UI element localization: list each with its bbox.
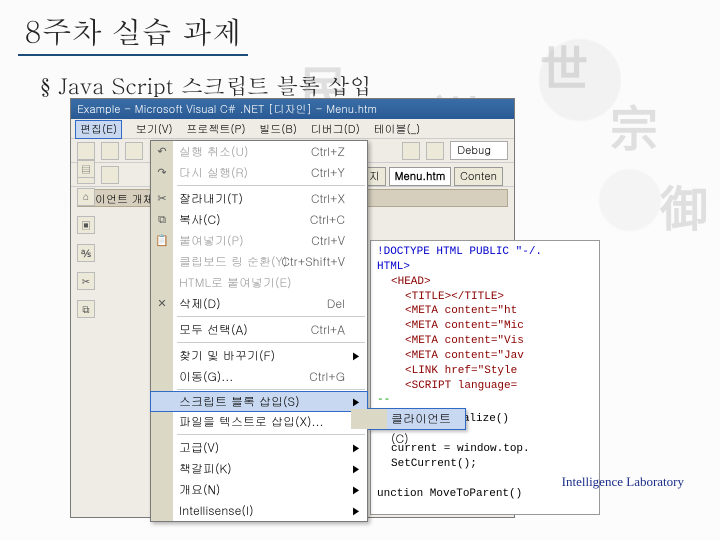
toolbox-icon[interactable]: ℁	[77, 244, 95, 262]
menu-item-insert-file-as-text[interactable]: 파일을 텍스트로 삽입(X)...	[151, 411, 367, 432]
chevron-right-icon: ▶	[351, 462, 361, 476]
menu-item-select-all[interactable]: 모두 선택(A)Ctrl+A	[151, 319, 367, 340]
code-line: --	[377, 393, 593, 408]
footer-label: Intelligence Laboratory	[562, 474, 684, 490]
menu-item-redo[interactable]: ↷다시 실행(R)Ctrl+Y	[151, 162, 367, 183]
code-line: <META content="ht	[405, 305, 517, 317]
toolbar-button[interactable]	[101, 166, 119, 184]
code-line: !DOCTYPE HTML PUBLIC "-/.	[377, 246, 542, 258]
chevron-right-icon: ▶	[351, 349, 361, 363]
toolbox-icon[interactable]: ▣	[77, 216, 95, 234]
toolbox-icon[interactable]: ⧉	[77, 300, 95, 318]
menu-item-advanced[interactable]: 고급(V)▶	[151, 437, 367, 458]
toolbar-button[interactable]	[101, 142, 119, 160]
tab-content[interactable]: Conten	[454, 167, 503, 186]
menu-item-intellisense[interactable]: Intellisense(I)▶	[151, 500, 367, 521]
menu-item-cut[interactable]: ✂잘라내기(T)Ctrl+X	[151, 188, 367, 209]
copy-icon: ⧉	[154, 212, 170, 228]
menu-item-goto[interactable]: 이동(G)...Ctrl+G	[151, 366, 367, 387]
toolbox-icon[interactable]: ✂	[77, 272, 95, 290]
toolbox-gutter: ▤ ⌂ ▣ ℁ ✂ ⧉	[70, 160, 102, 318]
toolbox-icon[interactable]: ▤	[77, 160, 95, 178]
menu-item-cycle-clipboard[interactable]: 클립보드 링 순환(Y)Ctr+Shift+V	[151, 251, 367, 272]
build-mode[interactable]: Debug	[450, 141, 508, 160]
menu-item-paste[interactable]: 📋붙여넣기(P)Ctrl+V	[151, 230, 367, 251]
window-titlebar: Example - Microsoft Visual C# .NET [디자인]…	[71, 99, 514, 119]
menu-project[interactable]: 프로젝트(P)	[186, 122, 245, 137]
slide-title: 8주차 실습 과제	[18, 10, 248, 56]
code-line: <META content="Jav	[405, 350, 524, 362]
menu-item-bookmark[interactable]: 책갈피(K)▶	[151, 458, 367, 479]
menu-table[interactable]: 테이블(_)	[374, 122, 421, 137]
code-line: <TITLE></TITLE>	[405, 291, 504, 303]
code-line: <LINK href="Style	[405, 365, 517, 377]
redo-icon: ↷	[154, 165, 170, 181]
menu-item-undo[interactable]: ↶실행 취소(U)Ctrl+Z	[151, 141, 367, 162]
chevron-right-icon: ▶	[351, 441, 361, 455]
menu-item-delete[interactable]: ✕삭제(D)Del	[151, 293, 367, 314]
code-line: HTML>	[377, 261, 410, 273]
chevron-right-icon: ▶	[351, 395, 361, 409]
toolbar-button[interactable]	[77, 142, 95, 160]
menu-debug[interactable]: 디버그(D)	[311, 122, 360, 137]
chevron-right-icon: ▶	[351, 504, 361, 518]
menu-build[interactable]: 빌드(B)	[259, 122, 297, 137]
edit-menu-dropdown[interactable]: ↶실행 취소(U)Ctrl+Z ↷다시 실행(R)Ctrl+Y ✂잘라내기(T)…	[150, 140, 368, 522]
tab-menu-htm[interactable]: Menu.htm	[389, 167, 452, 186]
menu-item-insert-script-block[interactable]: 스크립트 블록 삽입(S)▶	[150, 391, 368, 412]
script-block-submenu[interactable]: 클라이언트(C)	[368, 408, 466, 430]
slide-subtitle: Java Script 스크립트 블록 삽입	[40, 70, 372, 101]
toolbox-icon[interactable]: ⌂	[77, 188, 95, 206]
toolbar-button[interactable]	[125, 142, 143, 160]
undo-icon: ↶	[154, 144, 170, 160]
code-line: <SCRIPT language=	[405, 380, 517, 392]
toolbar-button[interactable]	[402, 142, 420, 160]
paste-icon: 📋	[154, 233, 170, 249]
code-line: unction MoveToParent()	[377, 487, 593, 502]
delete-icon: ✕	[154, 296, 170, 312]
cut-icon: ✂	[154, 191, 170, 207]
menu-item-paste-html[interactable]: HTML로 붙여넣기(E)	[151, 272, 367, 293]
menu-item-outline[interactable]: 개요(N)▶	[151, 479, 367, 500]
menu-edit[interactable]: 편집(E)	[75, 120, 122, 139]
menu-item-find-replace[interactable]: 찾기 및 바꾸기(F)▶	[151, 345, 367, 366]
code-line: <META content="Vis	[405, 335, 524, 347]
menu-view[interactable]: 보기(V)	[136, 122, 173, 137]
chevron-right-icon: ▶	[351, 483, 361, 497]
menu-item-copy[interactable]: ⧉복사(C)Ctrl+C	[151, 209, 367, 230]
menubar[interactable]: 편집(E) 보기(V) 프로젝트(P) 빌드(B) 디버그(D) 테이블(_)	[71, 119, 514, 139]
code-line: <META content="Mic	[405, 320, 524, 332]
toolbar-button[interactable]	[426, 142, 444, 160]
code-line: <HEAD>	[391, 276, 431, 288]
code-line: SetCurrent();	[377, 457, 593, 472]
code-line: current = window.top.	[377, 442, 593, 457]
